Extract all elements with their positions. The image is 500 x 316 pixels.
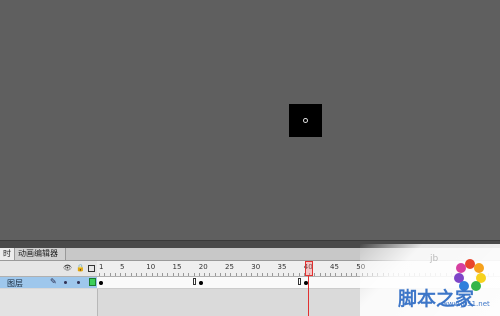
frame-end-marker[interactable] <box>297 278 301 285</box>
ruler-tick <box>330 273 331 276</box>
playhead[interactable] <box>305 261 313 276</box>
ruler-tick <box>135 273 137 276</box>
ruler-tick <box>356 273 358 276</box>
ruler-tick <box>198 273 200 276</box>
ruler-tick <box>162 273 163 276</box>
ruler-tick <box>319 273 321 276</box>
ruler-tick <box>261 273 263 276</box>
ruler-tick <box>277 273 279 276</box>
stage-canvas[interactable] <box>0 0 500 240</box>
layer-name[interactable]: 图层 <box>7 278 23 289</box>
ruler-tick <box>120 273 121 276</box>
ruler-tick <box>225 273 226 276</box>
playhead-line <box>308 276 309 316</box>
ruler-tick <box>183 273 184 276</box>
ruler-label-25: 25 <box>225 263 234 271</box>
pencil-icon: ✎ <box>50 277 57 286</box>
ruler-tick <box>272 273 274 276</box>
ruler-tick <box>267 273 268 276</box>
ruler-tick <box>167 273 169 276</box>
ruler-tick <box>114 273 116 276</box>
lock-icon[interactable]: 🔒 <box>76 265 85 272</box>
ruler-tick <box>172 273 174 276</box>
watermark-url: www.jb51.net <box>442 300 490 308</box>
ruler-tick <box>109 273 111 276</box>
ruler-tick <box>193 273 195 276</box>
ruler-tick <box>314 273 316 276</box>
ruler-tick <box>230 273 232 276</box>
ruler-tick <box>146 273 148 276</box>
ruler-label-1: 1 <box>99 263 104 271</box>
ruler-tick <box>130 273 132 276</box>
eye-icon[interactable]: 👁 <box>63 265 72 272</box>
transform-pivot-icon[interactable] <box>303 118 308 123</box>
keyframe-marker[interactable] <box>198 281 203 285</box>
visibility-dot-icon[interactable] <box>64 281 67 284</box>
ruler-label-45: 45 <box>330 263 339 271</box>
ruler-tick <box>219 273 221 276</box>
ruler-tick <box>104 273 106 276</box>
ruler-label-5: 5 <box>120 263 125 271</box>
ruler-tick <box>177 273 179 276</box>
ruler-tick <box>125 273 127 276</box>
ruler-tick <box>188 273 190 276</box>
ruler-tick <box>251 273 253 276</box>
ruler-tick <box>298 273 300 276</box>
ruler-tick <box>99 273 100 276</box>
ruler-tick <box>293 273 295 276</box>
ruler-label-10: 10 <box>146 263 156 271</box>
ruler-tick <box>235 273 237 276</box>
ruler-tick <box>204 273 205 276</box>
ruler-tick <box>240 273 242 276</box>
ruler-tick <box>351 273 352 276</box>
ruler-label-15: 15 <box>172 263 182 271</box>
ruler-tick <box>335 273 337 276</box>
lock-dot-icon[interactable] <box>77 281 80 284</box>
ruler-label-20: 20 <box>198 263 208 271</box>
ruler-tick <box>156 273 158 276</box>
frame-end-marker[interactable] <box>192 278 196 285</box>
ruler-tick <box>256 273 258 276</box>
ruler-label-35: 35 <box>277 263 287 271</box>
ruler-tick <box>151 273 153 276</box>
tab-timeline[interactable]: 时间轴 <box>0 248 15 260</box>
ruler-tick <box>209 273 211 276</box>
outline-color-swatch[interactable] <box>89 278 96 286</box>
layer-row[interactable]: 图层 ✎ <box>0 277 97 288</box>
ruler-tick <box>214 273 216 276</box>
ruler-tick <box>288 273 289 276</box>
ruler-tick <box>340 273 342 276</box>
tab-motion-editor[interactable]: 动画编辑器 <box>14 248 66 260</box>
ruler-tick <box>246 273 247 276</box>
black-square-symbol[interactable] <box>289 104 322 137</box>
layer-list-empty <box>0 289 98 316</box>
watermark-logo: jb 脚本之家 www.jb51.net <box>360 244 500 316</box>
outline-icon[interactable] <box>88 265 95 272</box>
ruler-label-30: 30 <box>251 263 261 271</box>
keyframe-marker[interactable] <box>99 281 103 285</box>
ruler-tick <box>282 273 284 276</box>
ruler-tick <box>324 273 326 276</box>
watermark-small-text: jb <box>430 254 439 264</box>
ruler-tick <box>345 273 347 276</box>
ruler-tick <box>141 273 142 276</box>
